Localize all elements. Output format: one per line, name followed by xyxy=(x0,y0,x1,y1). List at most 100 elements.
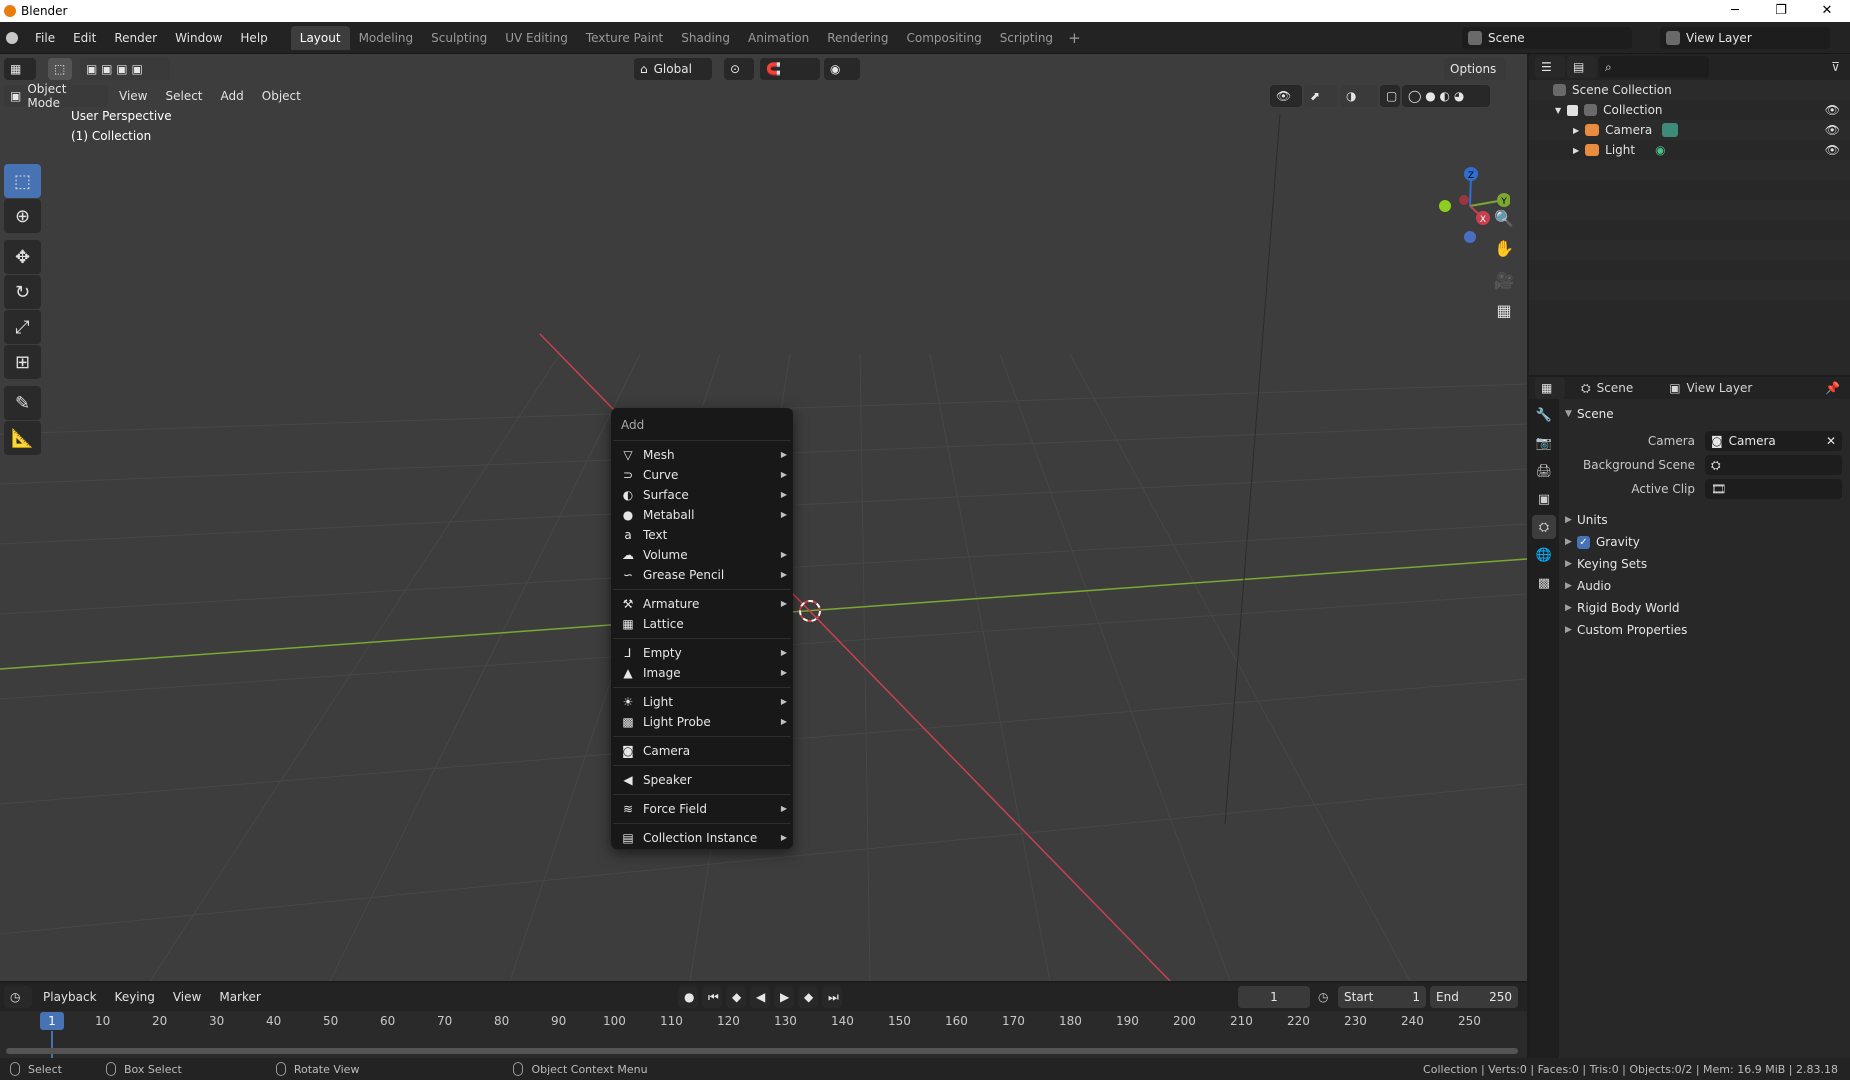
minimize-button[interactable]: ─ xyxy=(1712,0,1758,22)
view-layer-selector[interactable]: View Layer xyxy=(1660,27,1830,49)
viewport-menu-view[interactable]: View xyxy=(110,85,156,107)
add-menu-item-collection-instance[interactable]: ▤ Collection Instance ▶ xyxy=(611,828,793,848)
annotate-tool-icon[interactable]: ✎ xyxy=(4,386,41,420)
shading-mode-buttons[interactable]: ◯ ● ◐ ◕ xyxy=(1402,85,1490,107)
zoom-icon[interactable]: 🔍 xyxy=(1490,204,1518,232)
move-tool-icon[interactable]: ✥ xyxy=(4,240,41,274)
timeline-menu-playback[interactable]: Playback xyxy=(34,983,106,1011)
jump-start-icon[interactable]: ⏮ xyxy=(702,986,722,1008)
add-menu-item-mesh[interactable]: ▽ Mesh ▶ xyxy=(611,445,793,465)
panel-custom-properties-header[interactable]: ▶ Custom Properties xyxy=(1565,619,1842,641)
blender-menu-icon[interactable] xyxy=(6,31,18,44)
add-menu-item-image[interactable]: ▲ Image ▶ xyxy=(611,663,793,683)
add-menu-item-camera[interactable]: ◙ Camera xyxy=(611,741,793,761)
view-layer-tab-icon[interactable]: ▣ xyxy=(1532,487,1556,511)
select-mode-icon[interactable]: ⬚ xyxy=(48,58,72,80)
outliner-row-scene-collection[interactable]: Scene Collection xyxy=(1529,80,1850,100)
filter-icon[interactable]: ⊽ xyxy=(1831,60,1840,74)
tab-scripting[interactable]: Scripting xyxy=(991,26,1062,50)
clear-camera-icon[interactable]: ✕ xyxy=(1826,434,1836,448)
outliner-row-collection[interactable]: ▼ Collection 👁 xyxy=(1529,100,1850,120)
panel-gravity-header[interactable]: ▶ ✓ Gravity xyxy=(1565,531,1842,553)
outliner-search-input[interactable]: ⌕ xyxy=(1599,56,1709,78)
add-menu-item-force-field[interactable]: ≋ Force Field ▶ xyxy=(611,799,793,819)
expand-arrow-icon[interactable]: ▼ xyxy=(1555,106,1561,115)
panel-rigid-body-world-header[interactable]: ▶ Rigid Body World xyxy=(1565,597,1842,619)
camera-field[interactable]: ◙ Camera ✕ xyxy=(1705,431,1842,451)
tool-tab-icon[interactable]: 🔧 xyxy=(1532,403,1556,427)
tab-uv-editing[interactable]: UV Editing xyxy=(496,26,577,50)
panel-units-header[interactable]: ▶ Units xyxy=(1565,509,1842,531)
timeline-menu-marker[interactable]: Marker xyxy=(210,983,269,1011)
timeline-menu-keying[interactable]: Keying xyxy=(106,983,164,1011)
preview-range-icon[interactable]: ◷ xyxy=(1318,990,1328,1004)
play-icon[interactable]: ▶ xyxy=(774,986,794,1008)
output-tab-icon[interactable]: 🖨 xyxy=(1532,459,1556,483)
viewport-menu-add[interactable]: Add xyxy=(212,85,253,107)
record-icon[interactable]: ● xyxy=(678,986,698,1008)
add-menu-item-speaker[interactable]: ◀ Speaker xyxy=(611,770,793,790)
viewport-menu-object[interactable]: Object xyxy=(253,85,310,107)
xray-icon[interactable]: ▢ xyxy=(1380,85,1400,107)
prev-keyframe-icon[interactable]: ◆ xyxy=(726,986,746,1008)
menu-window[interactable]: Window xyxy=(166,22,231,54)
jump-end-icon[interactable]: ⏭ xyxy=(822,986,842,1008)
pin-icon[interactable]: 📌 xyxy=(1825,381,1840,395)
camera-view-icon[interactable]: 🎥 xyxy=(1490,266,1518,294)
add-menu-item-curve[interactable]: ⊃ Curve ▶ xyxy=(611,465,793,485)
texture-tab-icon[interactable]: ▩ xyxy=(1532,571,1556,595)
add-menu-item-light-probe[interactable]: ▩ Light Probe ▶ xyxy=(611,712,793,732)
viewport-menu-select[interactable]: Select xyxy=(156,85,211,107)
tab-sculpting[interactable]: Sculpting xyxy=(422,26,496,50)
add-workspace-button[interactable]: + xyxy=(1062,26,1087,50)
select-box-tool-icon[interactable]: ⬚ xyxy=(4,164,41,198)
panel-audio-header[interactable]: ▶ Audio xyxy=(1565,575,1842,597)
render-tab-icon[interactable]: 📷 xyxy=(1532,431,1556,455)
properties-header-view-layer[interactable]: View Layer xyxy=(1687,381,1753,395)
pivot-icon[interactable]: ⊙ xyxy=(724,58,754,80)
add-menu-item-volume[interactable]: ☁ Volume ▶ xyxy=(611,545,793,565)
scale-tool-icon[interactable]: ⤢ xyxy=(4,310,41,344)
tab-compositing[interactable]: Compositing xyxy=(897,26,990,50)
expand-arrow-icon[interactable]: ▶ xyxy=(1573,126,1579,135)
properties-editor-type-icon[interactable]: ▦ xyxy=(1535,377,1565,399)
timeline-menu-view[interactable]: View xyxy=(164,983,210,1011)
expand-arrow-icon[interactable]: ▶ xyxy=(1573,146,1579,155)
editor-type-icon[interactable]: ▦ xyxy=(4,58,36,80)
transform-tool-icon[interactable]: ⊞ xyxy=(4,345,41,379)
options-dropdown[interactable]: Options xyxy=(1444,58,1506,80)
world-tab-icon[interactable]: 🌐 xyxy=(1532,543,1556,567)
add-menu-item-armature[interactable]: ⚒ Armature ▶ xyxy=(611,594,793,614)
gizmo-toggle-icon[interactable]: ⬈ xyxy=(1304,85,1338,107)
visibility-icon[interactable]: 👁 xyxy=(1270,85,1302,107)
scene-tab-icon[interactable]: ⛭ xyxy=(1532,515,1556,539)
add-menu-item-surface[interactable]: ◐ Surface ▶ xyxy=(611,485,793,505)
scene-selector[interactable]: Scene xyxy=(1462,27,1632,49)
menu-help[interactable]: Help xyxy=(231,22,276,54)
eye-icon[interactable]: 👁 xyxy=(1825,103,1840,117)
checkbox-icon[interactable] xyxy=(1567,104,1579,116)
timeline-editor-type-icon[interactable]: ◷ xyxy=(4,986,32,1008)
play-reverse-icon[interactable]: ◀ xyxy=(750,986,770,1008)
tab-rendering[interactable]: Rendering xyxy=(818,26,897,50)
maximize-button[interactable]: ❐ xyxy=(1758,0,1804,22)
tab-modeling[interactable]: Modeling xyxy=(350,26,423,50)
outliner-editor-type-icon[interactable]: ☰ xyxy=(1535,56,1565,78)
mode-selector[interactable]: ▣ Object Mode xyxy=(4,82,108,110)
tab-texture-paint[interactable]: Texture Paint xyxy=(577,26,672,50)
outliner-row-camera[interactable]: ▶ Camera 👁 xyxy=(1529,120,1850,140)
eye-icon[interactable]: 👁 xyxy=(1825,123,1840,137)
overlay-toggle-icon[interactable]: ◑ xyxy=(1340,85,1378,107)
timeline-scrollbar[interactable] xyxy=(6,1048,1518,1054)
tab-shading[interactable]: Shading xyxy=(672,26,739,50)
snap-icon[interactable]: 🧲 xyxy=(760,58,820,80)
tab-animation[interactable]: Animation xyxy=(739,26,818,50)
selection-mode-buttons[interactable]: ▣ ▣ ▣ ▣ xyxy=(80,58,170,80)
properties-header-scene[interactable]: Scene xyxy=(1597,381,1634,395)
gravity-checkbox[interactable]: ✓ xyxy=(1577,535,1590,549)
pan-hand-icon[interactable]: ✋ xyxy=(1490,234,1518,262)
add-menu-item-light[interactable]: ☀ Light ▶ xyxy=(611,692,793,712)
display-mode-icon[interactable]: ▤ xyxy=(1567,56,1597,78)
measure-tool-icon[interactable]: 📐 xyxy=(4,421,41,455)
add-menu-item-text[interactable]: a Text xyxy=(611,525,793,545)
